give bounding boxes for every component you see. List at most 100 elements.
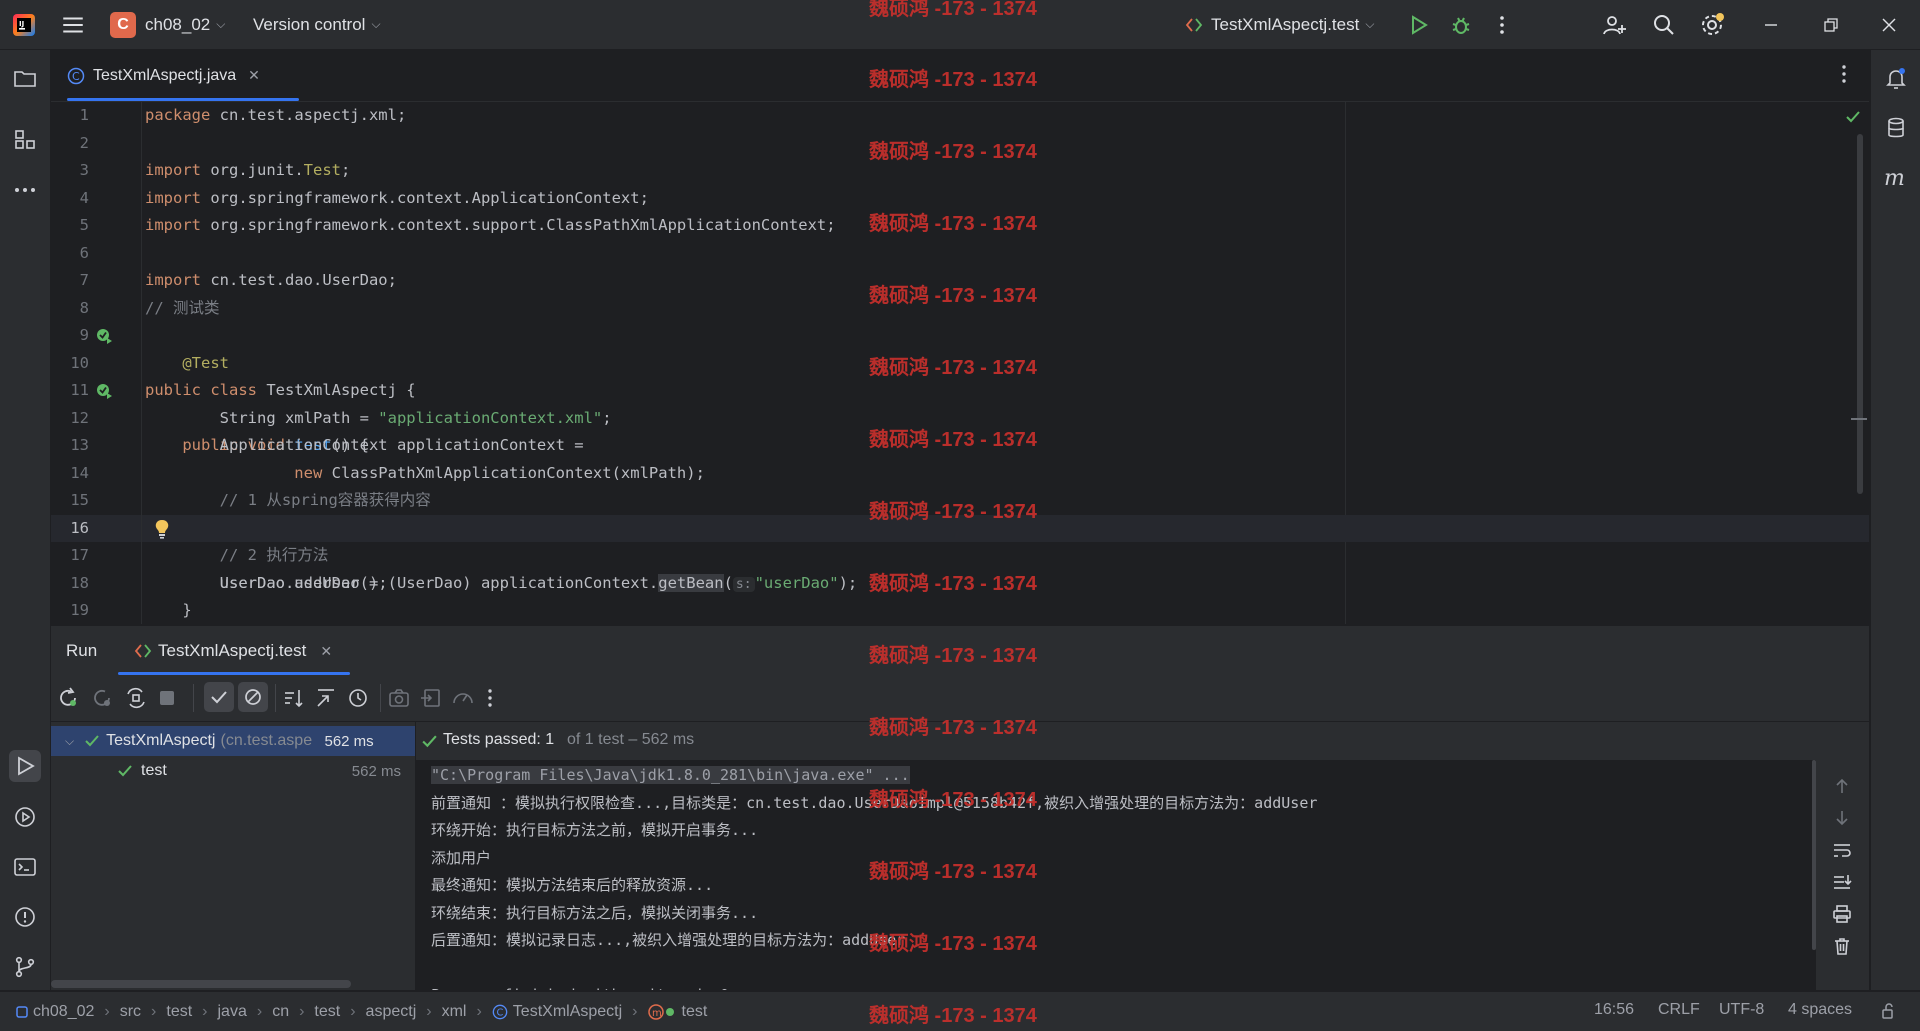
close-tab-icon[interactable]: ✕ bbox=[320, 643, 332, 660]
close-window-icon[interactable] bbox=[1880, 0, 1898, 49]
watermark: 魏硕鸿 -173 - 1374 bbox=[869, 1005, 1037, 1027]
run-button[interactable] bbox=[1408, 0, 1430, 49]
breadcrumb-item[interactable]: test bbox=[682, 1003, 708, 1021]
problems-icon[interactable] bbox=[9, 901, 41, 933]
code-text: ApplicationContext applicationContext = bbox=[145, 436, 584, 454]
tab-testxmlaspectj-java[interactable]: C TestXmlAspectj.java ✕ bbox=[67, 50, 299, 101]
run-config-selector[interactable]: TestXmlAspectj.test ⌵ bbox=[1185, 0, 1374, 49]
file-encoding[interactable]: UTF-8 bbox=[1719, 1001, 1764, 1019]
project-folder-icon[interactable] bbox=[9, 62, 41, 94]
chevron-down-icon[interactable]: ⌵ bbox=[65, 734, 74, 749]
line-number: 18 bbox=[70, 573, 89, 592]
services-icon[interactable] bbox=[9, 801, 41, 833]
line-number: 9 bbox=[79, 326, 89, 344]
show-ignored-toggle[interactable] bbox=[238, 682, 268, 712]
console-side-toolbar bbox=[1816, 760, 1869, 990]
run-tool-icon[interactable] bbox=[9, 750, 41, 782]
run-test-gutter-icon[interactable] bbox=[95, 382, 113, 400]
module-icon bbox=[16, 1005, 28, 1018]
snapshot-camera-icon[interactable] bbox=[387, 686, 411, 710]
tree-row-testxmlaspectj[interactable]: ⌵ TestXmlAspectj (cn.test.aspe 562 ms bbox=[51, 726, 415, 756]
breadcrumb: ch08_02 › src › test › java › cn › test … bbox=[16, 992, 707, 1031]
terminal-icon[interactable] bbox=[9, 851, 41, 883]
editor-options-icon[interactable] bbox=[1837, 62, 1851, 86]
tree-class-package: (cn.test.aspe bbox=[220, 732, 313, 749]
line-number: 7 bbox=[79, 271, 89, 289]
breadcrumb-item[interactable]: test bbox=[166, 1003, 192, 1021]
breadcrumb-item[interactable]: test bbox=[314, 1003, 340, 1021]
more-actions-icon[interactable] bbox=[1495, 0, 1509, 49]
tab-run-testxmlaspectj[interactable]: TestXmlAspectj.test ✕ bbox=[134, 626, 332, 676]
watermark: 魏硕鸿 -173 - 1374 bbox=[869, 573, 1037, 595]
soft-wrap-icon[interactable] bbox=[1832, 840, 1852, 860]
test-config-icon bbox=[1185, 17, 1203, 32]
check-icon bbox=[211, 691, 227, 704]
rerun-icon[interactable] bbox=[56, 686, 80, 710]
collapse-all-icon[interactable] bbox=[314, 686, 338, 710]
more-options-icon[interactable] bbox=[483, 686, 497, 710]
sort-alpha-icon[interactable] bbox=[282, 686, 306, 710]
line-separator[interactable]: CRLF bbox=[1658, 1001, 1700, 1019]
scroll-up-arrow-icon[interactable] bbox=[1832, 776, 1852, 796]
code-text: } bbox=[145, 601, 192, 619]
close-tab-icon[interactable]: ✕ bbox=[248, 67, 260, 84]
clear-trash-icon[interactable] bbox=[1832, 936, 1852, 956]
code-text: userDao.addUser(); bbox=[145, 573, 388, 592]
code-line: 6 bbox=[51, 240, 1869, 268]
coverage-gauge-icon[interactable] bbox=[451, 686, 475, 710]
app-logo-icon[interactable]: IJ bbox=[12, 0, 36, 49]
breadcrumb-item[interactable]: TestXmlAspectj bbox=[513, 1003, 622, 1021]
vcs-label: Version control bbox=[253, 14, 366, 34]
restore-icon[interactable] bbox=[1822, 0, 1840, 49]
svg-text:C: C bbox=[72, 70, 80, 83]
console-line: 后置通知：模拟记录日志...,被织入增强处理的目标方法为：addUser bbox=[431, 931, 906, 949]
stop-icon[interactable] bbox=[157, 688, 177, 708]
maven-icon[interactable]: m bbox=[1880, 162, 1912, 194]
git-branch-icon[interactable] bbox=[9, 951, 41, 983]
database-icon[interactable] bbox=[1880, 112, 1912, 144]
breadcrumb-item[interactable]: java bbox=[218, 1003, 247, 1021]
structure-icon[interactable] bbox=[9, 124, 41, 156]
tree-test-time: 562 ms bbox=[351, 762, 401, 780]
lightbulb-icon[interactable] bbox=[153, 518, 171, 540]
print-icon[interactable] bbox=[1832, 904, 1852, 924]
code-text: // 测试类 bbox=[145, 298, 220, 317]
scroll-to-end-icon[interactable] bbox=[1832, 872, 1852, 892]
watermark: 魏硕鸿 -173 - 1374 bbox=[869, 213, 1037, 235]
show-passed-toggle[interactable] bbox=[204, 682, 234, 712]
line-number: 2 bbox=[79, 133, 89, 152]
main-menu-icon[interactable] bbox=[60, 0, 86, 49]
test-history-icon[interactable] bbox=[346, 686, 370, 710]
code-line: 11 public void test() { bbox=[51, 377, 1869, 454]
indent-setting[interactable]: 4 spaces bbox=[1788, 1001, 1852, 1019]
breadcrumb-item[interactable]: cn bbox=[272, 1003, 289, 1021]
run-test-gutter-icon[interactable] bbox=[95, 327, 113, 345]
search-icon[interactable] bbox=[1652, 0, 1676, 49]
debug-button[interactable] bbox=[1450, 0, 1472, 49]
tree-horizontal-scrollbar[interactable] bbox=[51, 980, 351, 988]
scroll-down-arrow-icon[interactable] bbox=[1832, 808, 1852, 828]
watermark: 魏硕鸿 -173 - 1374 bbox=[869, 69, 1037, 91]
project-switcher[interactable]: C ch08_02 ⌵ bbox=[110, 0, 225, 49]
lock-icon[interactable] bbox=[1880, 1002, 1898, 1020]
breadcrumb-item[interactable]: src bbox=[120, 1003, 141, 1021]
notifications-bell-icon[interactable] bbox=[1880, 62, 1912, 94]
settings-gear-icon[interactable] bbox=[1700, 0, 1726, 49]
breadcrumb-item[interactable]: aspectj bbox=[366, 1003, 417, 1021]
chevron-right-icon: › bbox=[202, 1002, 208, 1020]
more-tools-icon[interactable] bbox=[9, 174, 41, 206]
test-config-icon bbox=[134, 644, 152, 658]
minimize-icon[interactable] bbox=[1762, 0, 1780, 49]
toggle-auto-test-icon[interactable] bbox=[124, 686, 148, 710]
breadcrumb-item[interactable]: xml bbox=[442, 1003, 467, 1021]
rerun-failed-icon[interactable] bbox=[90, 686, 114, 710]
version-control-menu[interactable]: Version control ⌵ bbox=[253, 0, 381, 49]
tree-row-test[interactable]: test 562 ms bbox=[51, 756, 415, 786]
console-output[interactable]: "C:\Program Files\Java\jdk1.8.0_281\bin\… bbox=[416, 760, 1816, 990]
caret-position[interactable]: 16:56 bbox=[1594, 1001, 1634, 1019]
import-tests-icon[interactable] bbox=[419, 686, 443, 710]
add-user-icon[interactable] bbox=[1602, 0, 1626, 49]
code-line: 1 package cn.test.aspectj.xml; bbox=[51, 102, 1869, 130]
breadcrumb-item[interactable]: ch08_02 bbox=[33, 1003, 94, 1021]
watermark: 魏硕鸿 -173 - 1374 bbox=[869, 933, 1037, 955]
